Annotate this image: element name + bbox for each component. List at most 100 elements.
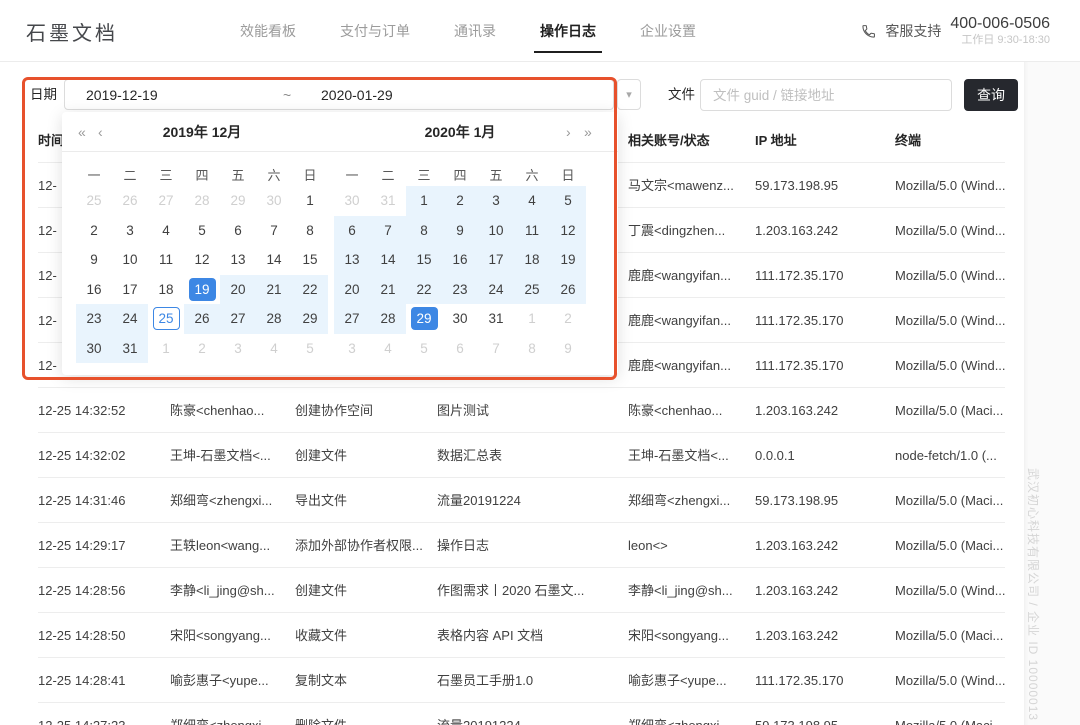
app-logo[interactable]: 石墨文档 [26, 0, 118, 62]
calendar-day[interactable]: 28 [184, 186, 220, 216]
date-preset-select[interactable]: ▾ [617, 79, 641, 110]
next-month-icon[interactable]: › [566, 112, 571, 152]
calendar-day[interactable]: 3 [478, 186, 514, 216]
calendar-day[interactable]: 1 [514, 304, 550, 334]
calendar-day[interactable]: 4 [256, 334, 292, 364]
calendar-day[interactable]: 10 [478, 216, 514, 246]
calendar-day[interactable]: 7 [370, 216, 406, 246]
calendar-day[interactable]: 18 [148, 275, 184, 305]
calendar-day[interactable]: 2 [550, 304, 586, 334]
log-action: 添加外部协作者权限... [295, 523, 433, 568]
calendar-day[interactable]: 20 [220, 275, 256, 305]
calendar-day[interactable]: 26 [184, 304, 220, 334]
calendar-day[interactable]: 3 [334, 334, 370, 364]
nav-enterprise-settings[interactable]: 企业设置 [638, 0, 698, 62]
calendar-day[interactable]: 18 [514, 245, 550, 275]
calendar-day[interactable]: 31 [112, 334, 148, 364]
calendar-day[interactable]: 20 [334, 275, 370, 305]
calendar-day[interactable]: 12 [184, 245, 220, 275]
calendar-day[interactable]: 22 [406, 275, 442, 305]
calendar-day[interactable]: 9 [442, 216, 478, 246]
calendar-day[interactable]: 2 [184, 334, 220, 364]
calendar-day[interactable]: 13 [220, 245, 256, 275]
calendar-day[interactable]: 19 [550, 245, 586, 275]
calendar-day[interactable]: 3 [112, 216, 148, 246]
calendar-day[interactable]: 24 [478, 275, 514, 305]
calendar-day[interactable]: 4 [370, 334, 406, 364]
calendar-day[interactable]: 13 [334, 245, 370, 275]
calendar-day[interactable]: 6 [442, 334, 478, 364]
calendar-day[interactable]: 19 [184, 275, 220, 305]
calendar-day[interactable]: 5 [292, 334, 328, 364]
calendar-day[interactable]: 30 [76, 334, 112, 364]
calendar-day[interactable]: 28 [256, 304, 292, 334]
calendar-day[interactable]: 25 [76, 186, 112, 216]
calendar-day[interactable]: 14 [256, 245, 292, 275]
calendar-day[interactable]: 23 [442, 275, 478, 305]
calendar-day[interactable]: 10 [112, 245, 148, 275]
calendar-day[interactable]: 1 [406, 186, 442, 216]
calendar-day[interactable]: 14 [370, 245, 406, 275]
calendar-day[interactable]: 5 [550, 186, 586, 216]
calendar-day[interactable]: 30 [442, 304, 478, 334]
calendar-day[interactable]: 1 [148, 334, 184, 364]
calendar-day[interactable]: 3 [220, 334, 256, 364]
calendar-day[interactable]: 21 [370, 275, 406, 305]
nav-payment-orders[interactable]: 支付与订单 [338, 0, 412, 62]
calendar-day[interactable]: 24 [112, 304, 148, 334]
calendar-day[interactable]: 27 [148, 186, 184, 216]
calendar-day[interactable]: 8 [406, 216, 442, 246]
calendar-day[interactable]: 8 [292, 216, 328, 246]
calendar-day[interactable]: 16 [442, 245, 478, 275]
calendar-day[interactable]: 6 [334, 216, 370, 246]
calendar-day[interactable]: 12 [550, 216, 586, 246]
calendar-day[interactable]: 31 [478, 304, 514, 334]
calendar-day[interactable]: 2 [442, 186, 478, 216]
calendar-day[interactable]: 30 [334, 186, 370, 216]
calendar-day[interactable]: 22 [292, 275, 328, 305]
calendar-day[interactable]: 15 [292, 245, 328, 275]
nav-operation-log[interactable]: 操作日志 [538, 0, 598, 62]
calendar-day[interactable]: 29 [292, 304, 328, 334]
calendar-day[interactable]: 17 [478, 245, 514, 275]
calendar-day[interactable]: 25 [514, 275, 550, 305]
calendar-day[interactable]: 27 [334, 304, 370, 334]
calendar-day[interactable]: 28 [370, 304, 406, 334]
filter-bar: 日期 2019-12-19 ~ 2020-01-29 ▾ 文件 查询 [0, 77, 1080, 115]
calendar-day[interactable]: 9 [76, 245, 112, 275]
calendar-day[interactable]: 9 [550, 334, 586, 364]
next-year-icon[interactable]: » [584, 112, 592, 152]
date-end-value[interactable]: 2020-01-29 [321, 87, 393, 103]
query-button[interactable]: 查询 [964, 79, 1018, 111]
calendar-day[interactable]: 6 [220, 216, 256, 246]
calendar-day[interactable]: 23 [76, 304, 112, 334]
calendar-day[interactable]: 29 [406, 304, 442, 334]
calendar-day[interactable]: 8 [514, 334, 550, 364]
calendar-day[interactable]: 11 [514, 216, 550, 246]
calendar-day[interactable]: 7 [256, 216, 292, 246]
calendar-day[interactable]: 4 [514, 186, 550, 216]
calendar-day[interactable]: 26 [550, 275, 586, 305]
calendar-day[interactable]: 5 [406, 334, 442, 364]
calendar-day[interactable]: 2 [76, 216, 112, 246]
calendar-day[interactable]: 25 [148, 304, 184, 334]
nav-performance-board[interactable]: 效能看板 [238, 0, 298, 62]
calendar-day[interactable]: 27 [220, 304, 256, 334]
calendar-day[interactable]: 5 [184, 216, 220, 246]
calendar-day[interactable]: 11 [148, 245, 184, 275]
calendar-day[interactable]: 16 [76, 275, 112, 305]
calendar-day[interactable]: 7 [478, 334, 514, 364]
calendar-day[interactable]: 30 [256, 186, 292, 216]
calendar-day[interactable]: 21 [256, 275, 292, 305]
date-range-input[interactable]: 2019-12-19 ~ 2020-01-29 [64, 79, 614, 110]
calendar-day[interactable]: 15 [406, 245, 442, 275]
file-guid-input[interactable] [700, 79, 952, 111]
calendar-day[interactable]: 29 [220, 186, 256, 216]
date-start-value[interactable]: 2019-12-19 [86, 87, 283, 103]
calendar-day[interactable]: 4 [148, 216, 184, 246]
calendar-day[interactable]: 17 [112, 275, 148, 305]
calendar-day[interactable]: 26 [112, 186, 148, 216]
calendar-day[interactable]: 31 [370, 186, 406, 216]
nav-contacts[interactable]: 通讯录 [452, 0, 498, 62]
calendar-day[interactable]: 1 [292, 186, 328, 216]
